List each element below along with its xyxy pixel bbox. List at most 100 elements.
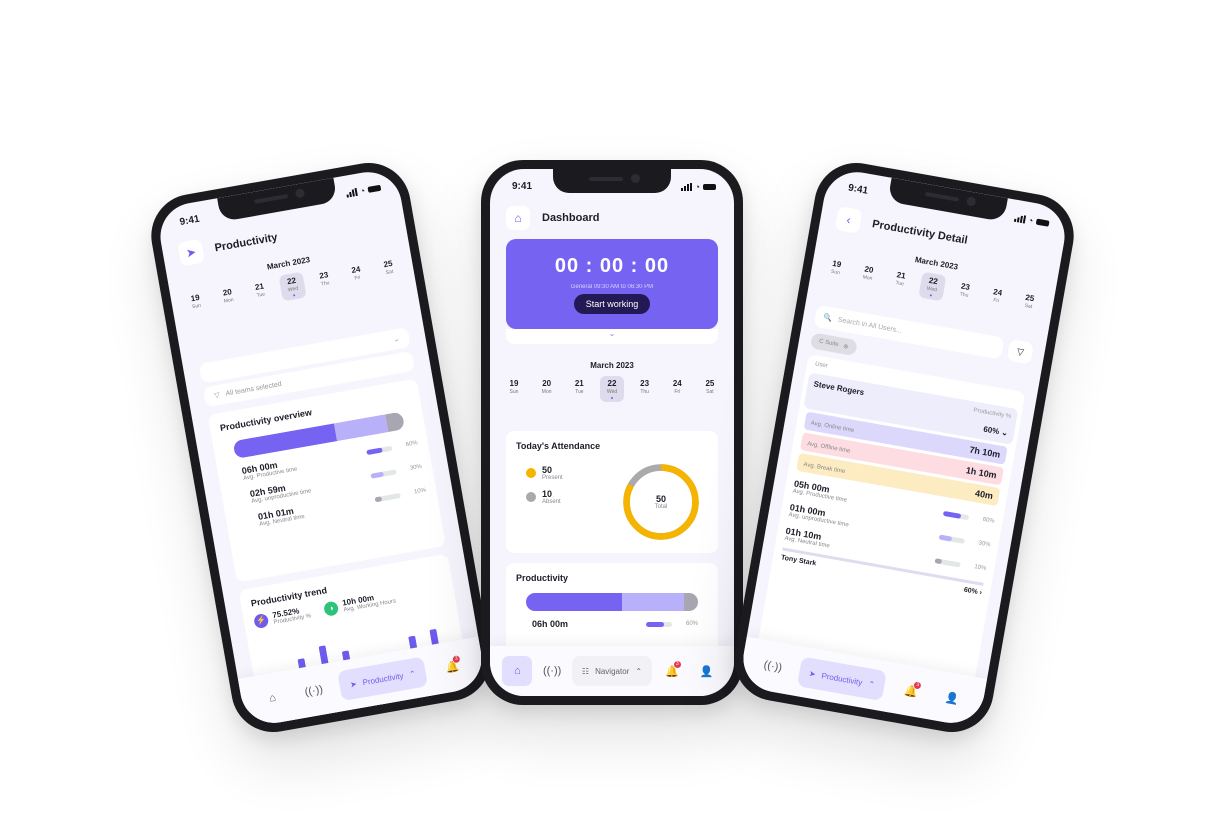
nav-label: Navigator <box>595 666 630 676</box>
metric-pct: 30% <box>977 540 991 549</box>
battery-icon <box>1035 218 1050 227</box>
card-title: Productivity <box>516 573 569 583</box>
nav-home[interactable]: ⌂ <box>502 656 533 686</box>
nav-live[interactable]: ((·)) <box>537 656 567 686</box>
day-mon[interactable]: 20 Mon <box>854 260 882 290</box>
nav-productivity[interactable]: ➤ Productivity ⌃ <box>796 656 888 702</box>
page-header: ➤ Productivity <box>177 226 279 267</box>
band-value: 1h 10m <box>965 465 998 481</box>
status-time: 9:41 <box>847 182 869 197</box>
day-mon[interactable]: 20 Mon <box>214 283 242 313</box>
day-number: 23 <box>640 379 650 388</box>
nav-profile[interactable]: 👤 <box>692 656 722 686</box>
day-wed-selected[interactable]: 22 Wed <box>278 271 307 302</box>
notification-badge: 3 <box>673 661 681 668</box>
filter-icon: ▽ <box>1016 345 1025 357</box>
unproductive-segment <box>622 593 685 611</box>
band-label: Avg. Online time <box>810 420 855 435</box>
day-sun[interactable]: 19 Sun <box>502 376 526 402</box>
nav-navigator[interactable]: ☷ Navigator ⌃ <box>571 656 653 686</box>
broadcast-icon: ((·)) <box>542 665 562 677</box>
mini-bar <box>366 445 393 455</box>
selected-dot <box>929 294 932 297</box>
day-sun[interactable]: 19 Sun <box>182 289 210 319</box>
notification-badge: 3 <box>913 681 922 690</box>
mini-bar <box>370 468 397 479</box>
page-title: Productivity <box>213 231 279 255</box>
user-table: User Steve Rogers Productivity % 60% ⌄ Av… <box>756 354 1026 688</box>
day-sat[interactable]: 25 Sat <box>698 376 722 402</box>
band-label: Avg. Offline time <box>806 441 851 455</box>
home-icon: ⌂ <box>506 206 530 230</box>
broadcast-icon: ((·)) <box>303 683 324 699</box>
search-icon: 🔍 <box>822 314 833 323</box>
day-tue[interactable]: 21 Tue <box>246 277 274 307</box>
productivity-stat: ⚡ 75.52% Productivity % <box>253 604 312 629</box>
absent-label: Absent <box>542 499 561 505</box>
present-label: Present <box>542 475 563 481</box>
metric-pct: 60% <box>685 621 698 627</box>
day-sun[interactable]: 19 Sun <box>822 255 850 285</box>
day-wed-selected[interactable]: 22 Wed <box>918 271 947 302</box>
day-sat[interactable]: 25 Sat <box>375 255 403 285</box>
filter-chip[interactable]: C Suite ⊗ <box>809 332 858 357</box>
nav-live[interactable]: ((·)) <box>296 674 331 709</box>
metric-productive: 06h 00m 60% <box>532 619 698 629</box>
day-number: 25 <box>705 379 715 388</box>
nav-profile[interactable]: 👤 <box>935 681 970 716</box>
user-icon: 👤 <box>699 665 714 678</box>
productivity-overview-card: Productivity overview 06h 00m Avg. Produc… <box>207 378 446 583</box>
nav-productivity[interactable]: ➤ Productivity ⌃ <box>337 656 429 702</box>
attendance-card: Today's Attendance 50 Present 10 Absent 50… <box>506 431 718 553</box>
band-value: 40m <box>974 488 994 502</box>
phone-productivity: 9:41 ◔ ➤ Productivity March 2023 19 Sun 2… <box>144 156 498 739</box>
clock-icon: ◑ <box>322 600 340 617</box>
day-number: 24 <box>672 379 682 388</box>
day-tue[interactable]: 21 Tue <box>567 376 591 402</box>
day-name: Thu <box>640 389 649 395</box>
band-label: Avg. Break time <box>802 461 846 476</box>
day-wed-selected[interactable]: 22 Wed <box>599 376 624 402</box>
home-icon: ⌂ <box>514 665 521 677</box>
absent-count: 10 <box>542 489 553 499</box>
user-icon <box>526 468 536 478</box>
nav-notifications[interactable]: 🔔 3 <box>894 674 929 709</box>
day-thu[interactable]: 23 Thu <box>633 376 657 402</box>
selected-dot <box>610 397 613 399</box>
nav-live[interactable]: ((·)) <box>755 649 790 684</box>
day-thu[interactable]: 23 Thu <box>311 266 339 296</box>
start-working-button[interactable]: Start working <box>573 294 651 314</box>
day-number: 21 <box>574 379 584 388</box>
day-fri[interactable]: 24 Fri <box>665 376 689 402</box>
day-mon[interactable]: 20 Mon <box>535 376 559 402</box>
day-name: Sat <box>706 389 714 395</box>
user-pct: 60% <box>982 424 1001 437</box>
day-number: 19 <box>509 379 519 388</box>
screen: 9:41 ◔ ‹ Productivity Detail March 2023 … <box>738 166 1070 729</box>
day-name: Tue <box>575 389 584 395</box>
metric-pct: 10% <box>413 487 427 496</box>
nav-home[interactable]: ⌂ <box>255 681 290 716</box>
signal-icon <box>345 187 358 198</box>
calendar-days: 19 Sun 20 Mon 21 Tue 22 Wed 23 Thu 24 Fri 25 Sa… <box>502 376 722 402</box>
day-thu[interactable]: 23 Thu <box>950 277 978 307</box>
nav-notifications[interactable]: 🔔 3 <box>657 656 687 686</box>
calendar-month: March 2023 <box>590 361 634 370</box>
filter-button[interactable]: ▽ <box>1006 338 1035 365</box>
chevron-left-icon: ‹ <box>845 212 852 228</box>
day-fri[interactable]: 24 Fri <box>343 260 371 290</box>
chevron-up-icon: ⌃ <box>408 668 417 679</box>
day-sat[interactable]: 25 Sat <box>1015 289 1043 319</box>
rocket-icon: ➤ <box>808 668 817 679</box>
close-icon[interactable]: ⊗ <box>843 342 849 350</box>
expand-toggle[interactable]: ⌄ <box>506 329 718 344</box>
day-fri[interactable]: 24 Fri <box>983 283 1011 313</box>
week-calendar: March 2023 19 Sun 20 Mon 21 Tue 22 Wed 23 Thu… <box>822 240 1046 319</box>
day-name: Sun <box>509 389 519 395</box>
mini-bar <box>374 492 401 502</box>
back-button[interactable]: ‹ <box>834 206 863 234</box>
lightning-icon: ⚡ <box>253 612 270 629</box>
search-placeholder: Search in All Users... <box>837 316 903 335</box>
nav-notifications[interactable]: 🔔 3 <box>435 649 470 684</box>
day-tue[interactable]: 21 Tue <box>886 266 914 296</box>
